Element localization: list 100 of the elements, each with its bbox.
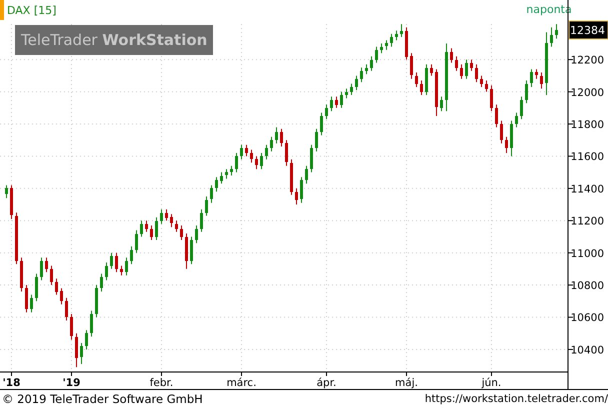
rising-candle (365, 64, 368, 75)
rising-candle (360, 67, 363, 83)
x-axis-label: '18 (2, 377, 20, 389)
rising-candle (385, 40, 388, 50)
rising-candle (225, 168, 228, 180)
rising-candle (40, 257, 43, 281)
rising-candle (380, 42, 383, 54)
rising-candle (330, 96, 333, 112)
rising-candle (355, 75, 358, 91)
rising-candle (230, 165, 233, 176)
falling-candle (10, 184, 13, 220)
rising-candle (320, 112, 323, 136)
rising-candle (140, 220, 143, 238)
falling-candle (180, 224, 183, 240)
x-axis-label: ápr. (316, 377, 336, 389)
rising-candle (95, 284, 98, 318)
website-link[interactable]: https://workstation.teletrader.com/ (424, 393, 608, 405)
rising-candle (205, 196, 208, 216)
rising-candle (340, 91, 343, 108)
rising-candle (545, 32, 548, 96)
falling-candle (175, 220, 178, 232)
falling-candle (420, 80, 423, 96)
falling-candle (505, 136, 508, 154)
y-axis-label: 10600 (570, 312, 604, 324)
rising-candle (110, 252, 113, 270)
rising-candle (310, 144, 313, 173)
y-axis-label: 12000 (570, 86, 604, 99)
rising-candle (235, 152, 238, 173)
falling-candle (290, 158, 293, 196)
y-axis-label: 10400 (570, 344, 604, 356)
falling-candle (15, 212, 18, 265)
rising-candle (440, 96, 443, 112)
watermark-logo: TeleTrader WorkStation (15, 25, 214, 55)
rising-candle (370, 56, 373, 72)
legend-marker (0, 0, 4, 20)
falling-candle (145, 220, 148, 232)
x-axis-label: '19 (62, 377, 80, 389)
rising-candle (345, 88, 348, 99)
falling-candle (65, 297, 68, 321)
falling-candle (20, 257, 23, 292)
rising-candle (465, 59, 468, 80)
rising-candle (125, 257, 128, 276)
rising-candle (525, 80, 528, 104)
rising-candle (105, 262, 108, 281)
x-axis-label: febr. (150, 377, 174, 389)
x-axis-label: jún. (482, 377, 502, 389)
falling-candle (70, 314, 73, 340)
rising-candle (215, 176, 218, 192)
falling-candle (475, 64, 478, 83)
falling-candle (535, 68, 538, 80)
rising-candle (510, 120, 513, 157)
rising-candle (350, 83, 353, 96)
rising-candle (275, 126, 278, 144)
falling-candle (450, 48, 453, 64)
y-axis-label: 11600 (570, 151, 604, 164)
falling-candle (435, 68, 438, 116)
rising-candle (375, 46, 378, 64)
falling-candle (335, 96, 338, 108)
falling-candle (280, 128, 283, 148)
rising-candle (30, 294, 33, 313)
rising-candle (130, 246, 133, 265)
rising-candle (520, 96, 523, 120)
rising-candle (390, 33, 393, 48)
falling-candle (455, 56, 458, 72)
x-axis-label: márc. (226, 377, 256, 389)
y-axis-label: 10800 (570, 280, 604, 292)
copyright-text: © 2019 TeleTrader Software GmbH (2, 392, 203, 406)
rising-candle (515, 112, 518, 128)
rising-candle (555, 24, 558, 40)
falling-candle (165, 208, 168, 222)
rising-candle (190, 236, 193, 265)
rising-candle (160, 208, 163, 224)
rising-candle (85, 330, 88, 350)
falling-candle (170, 214, 173, 228)
y-axis-label: 11800 (570, 119, 604, 131)
falling-candle (410, 52, 413, 80)
y-axis-label: 11400 (570, 183, 604, 196)
falling-candle (540, 72, 543, 90)
rising-candle (445, 42, 448, 112)
rising-candle (210, 184, 213, 204)
falling-candle (120, 265, 123, 276)
x-axis-label: máj. (395, 377, 418, 389)
falling-candle (55, 278, 58, 296)
rising-candle (240, 144, 243, 160)
rising-candle (270, 136, 273, 152)
y-axis-label: 12200 (570, 54, 604, 67)
falling-candle (470, 59, 473, 72)
rising-candle (135, 230, 138, 254)
rising-candle (400, 24, 403, 38)
y-axis-label: 11200 (570, 216, 604, 228)
falling-candle (115, 252, 118, 273)
falling-candle (285, 140, 288, 166)
rising-candle (325, 104, 328, 120)
falling-candle (250, 149, 253, 164)
rising-candle (315, 128, 318, 152)
rising-candle (260, 152, 263, 170)
falling-candle (150, 224, 153, 240)
rising-candle (200, 208, 203, 232)
falling-candle (245, 144, 248, 157)
rising-candle (155, 216, 158, 240)
